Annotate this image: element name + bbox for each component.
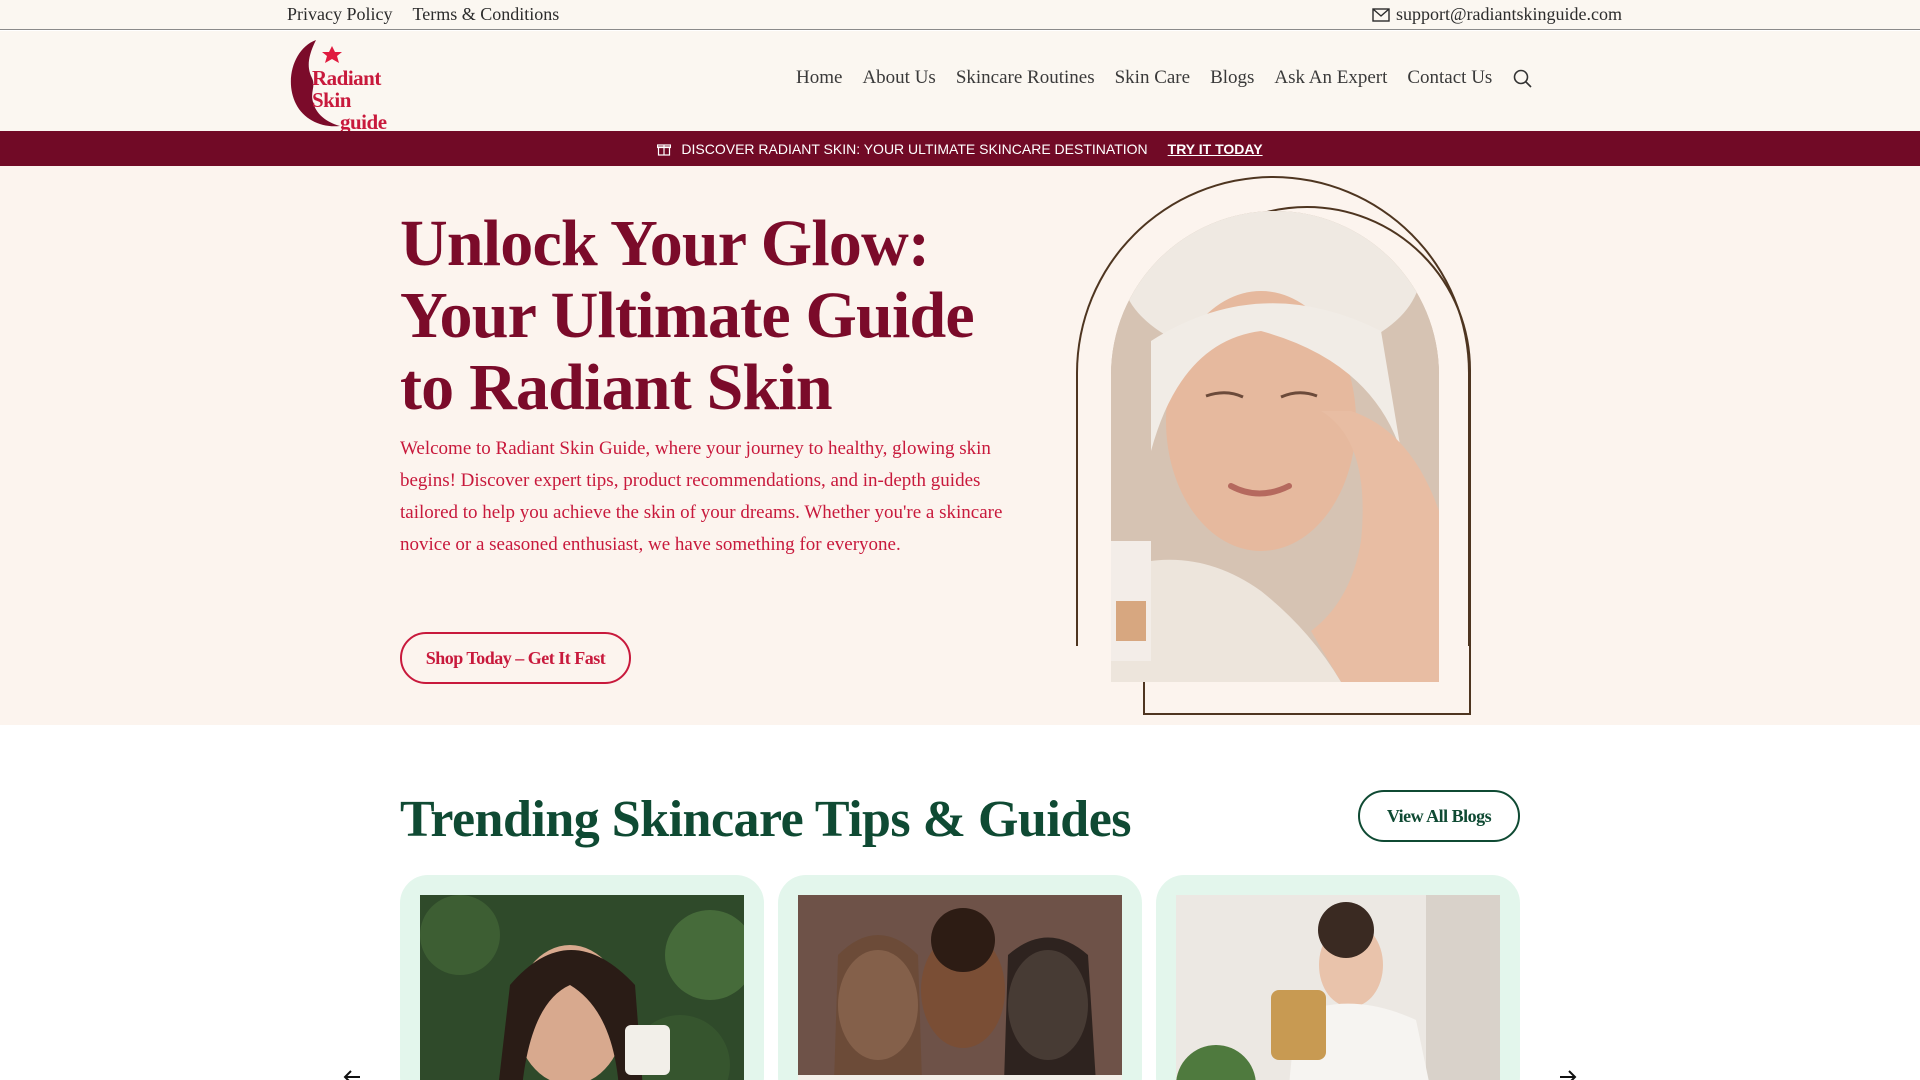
nav-skincare-routines[interactable]: Skincare Routines: [956, 67, 1095, 90]
support-email[interactable]: support@radiantskinguide.com: [1372, 4, 1622, 25]
main-nav: Home About Us Skincare Routines Skin Car…: [796, 67, 1534, 90]
hero-woman-photo: [1111, 211, 1439, 682]
promo-banner: DISCOVER RADIANT SKIN: YOUR ULTIMATE SKI…: [0, 131, 1920, 166]
logo-line-2: guide: [340, 110, 387, 134]
mail-icon: [1372, 7, 1390, 22]
site-header: Radiant Skin guide Home About Us Skincar…: [0, 31, 1920, 133]
blog-card[interactable]: [400, 875, 764, 1080]
privacy-policy-link[interactable]: Privacy Policy: [287, 4, 393, 25]
logo-wordmark: Radiant Skin guide: [312, 67, 416, 133]
hero-section: Unlock Your Glow: Your Ultimate Guide to…: [0, 166, 1920, 725]
blog-card-image: [798, 895, 1122, 1080]
nav-skin-care[interactable]: Skin Care: [1115, 67, 1190, 90]
arrow-left-icon[interactable]: [340, 1065, 364, 1080]
three-women-portrait-image: [798, 895, 1122, 1080]
woman-applying-serum-image: [1176, 895, 1500, 1080]
nav-home[interactable]: Home: [796, 67, 842, 90]
site-logo[interactable]: Radiant Skin guide: [286, 38, 416, 133]
blog-card-image: [420, 895, 744, 1080]
legal-links: Privacy Policy Terms & Conditions: [287, 4, 559, 25]
hero-description: Welcome to Radiant Skin Guide, where you…: [400, 438, 1003, 555]
nav-ask-an-expert[interactable]: Ask An Expert: [1274, 67, 1387, 90]
woman-with-cream-jar-image: [420, 895, 744, 1080]
gift-icon: [657, 143, 672, 156]
trending-section-title: Trending Skincare Tips & Guides: [400, 791, 1132, 848]
promo-cta-link[interactable]: TRY IT TODAY: [1168, 141, 1263, 157]
view-all-blogs-button[interactable]: View All Blogs: [1358, 790, 1520, 842]
promo-text: DISCOVER RADIANT SKIN: YOUR ULTIMATE SKI…: [681, 140, 1148, 157]
blog-card[interactable]: [778, 875, 1142, 1080]
hero-title: Unlock Your Glow: Your Ultimate Guide to…: [400, 207, 975, 424]
nav-blogs[interactable]: Blogs: [1210, 67, 1254, 90]
blog-card-image: [1176, 895, 1500, 1080]
top-utility-bar: Privacy Policy Terms & Conditions suppor…: [0, 0, 1920, 30]
nav-about-us[interactable]: About Us: [862, 67, 935, 90]
terms-link[interactable]: Terms & Conditions: [413, 4, 560, 25]
woman-skincare-illustration: [1111, 211, 1439, 682]
search-icon[interactable]: [1512, 68, 1534, 90]
support-email-text: support@radiantskinguide.com: [1395, 4, 1622, 24]
nav-contact-us[interactable]: Contact Us: [1407, 67, 1492, 90]
logo-line-1: Radiant Skin: [312, 66, 381, 112]
shop-today-button[interactable]: Shop Today – Get It Fast: [400, 632, 631, 684]
blog-card[interactable]: [1156, 875, 1520, 1080]
arrow-right-icon[interactable]: [1556, 1065, 1580, 1080]
